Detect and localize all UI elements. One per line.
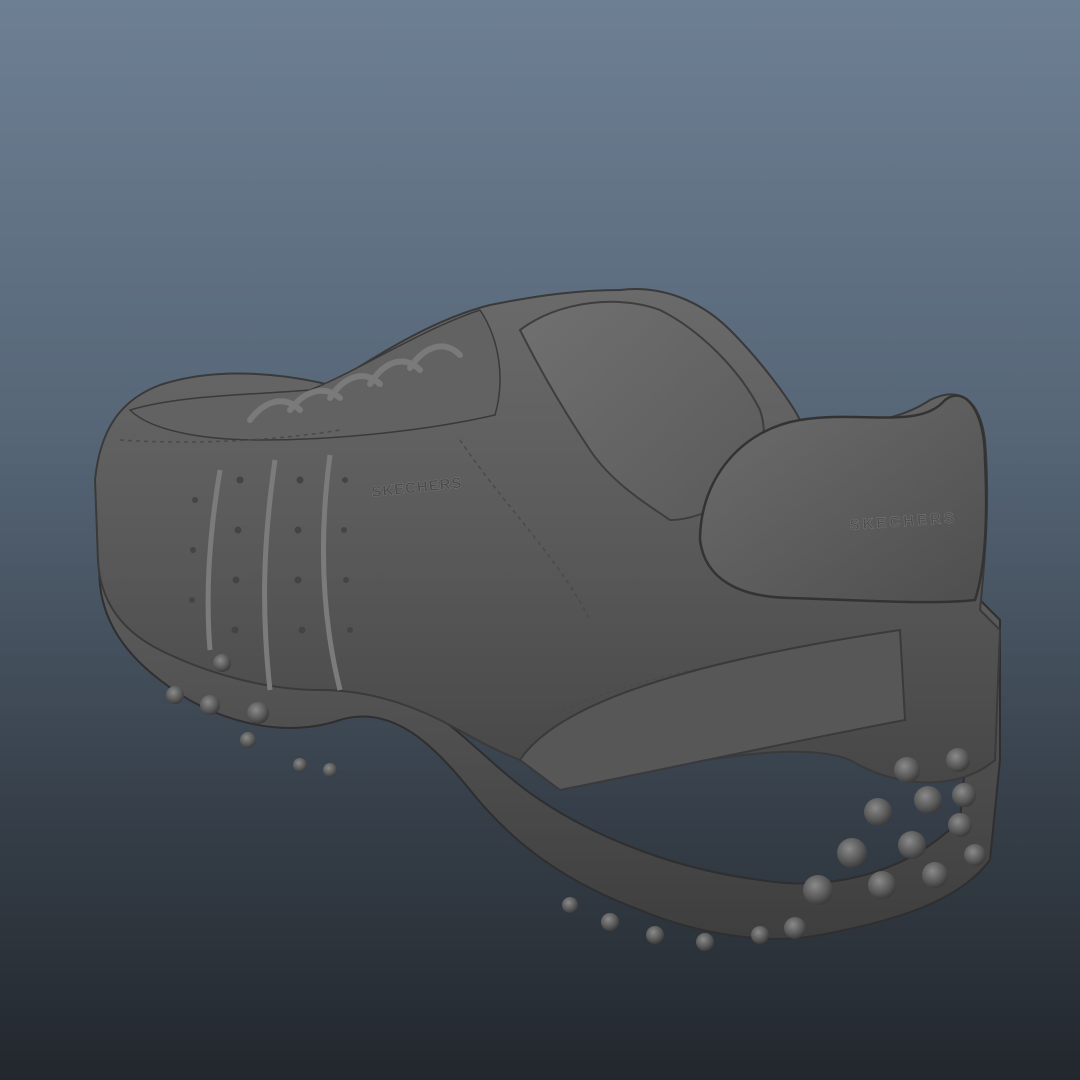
3d-viewport[interactable]: SKECHERS SKECHERS (0, 0, 1080, 1080)
shoe-model: SKECHERS SKECHERS (93, 288, 1002, 951)
lace-area (128, 309, 501, 441)
